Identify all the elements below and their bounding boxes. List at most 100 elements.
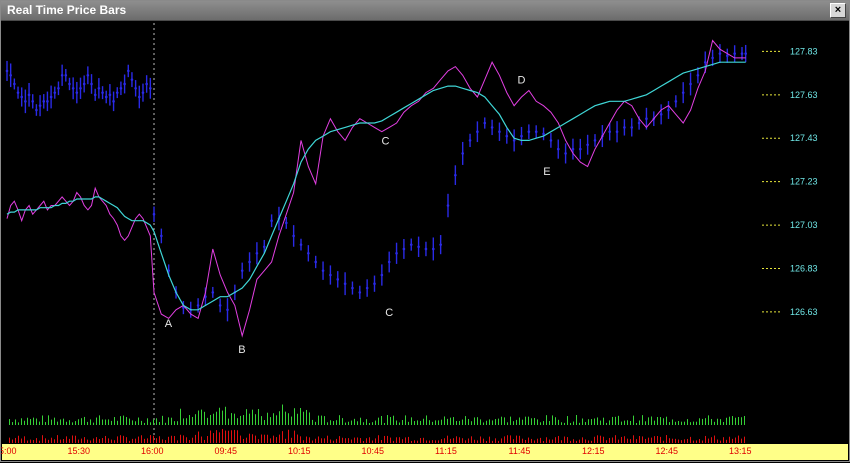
- volume-bar-upper: [405, 415, 406, 425]
- volume-bar-upper: [471, 421, 472, 425]
- volume-bar-upper: [165, 422, 166, 425]
- price-tick-label: 127.63: [790, 90, 818, 100]
- volume-bar-upper: [465, 416, 466, 425]
- volume-bar-lower: [408, 436, 409, 443]
- volume-bar-upper: [723, 422, 724, 425]
- price-point: [123, 82, 126, 86]
- volume-bar-lower: [198, 431, 199, 443]
- price-point: [149, 87, 152, 90]
- volume-bar-upper: [309, 412, 310, 425]
- volume-bar-upper: [237, 418, 238, 425]
- price-point: [138, 95, 141, 99]
- volume-bar-upper: [654, 420, 655, 425]
- volume-bar-lower: [678, 439, 679, 443]
- volume-bar-lower: [36, 438, 37, 443]
- volume-bar-upper: [495, 419, 496, 425]
- volume-bar-lower: [477, 440, 478, 443]
- volume-bar-upper: [576, 415, 577, 425]
- volume-bar-lower: [312, 440, 313, 443]
- volume-bar-lower: [489, 436, 490, 443]
- volume-bar-upper: [564, 422, 565, 425]
- price-point: [86, 73, 90, 77]
- volume-bar-upper: [663, 418, 664, 425]
- volume-bar-lower: [114, 440, 115, 443]
- volume-bar-upper: [609, 420, 610, 425]
- volume-bar-upper: [540, 422, 541, 425]
- volume-bar-upper: [162, 415, 163, 425]
- volume-bar-upper: [639, 420, 640, 425]
- volume-bar-upper: [459, 420, 460, 425]
- volume-bar-upper: [399, 422, 400, 425]
- volume-bar-upper: [390, 416, 391, 425]
- moving-average-line: [6, 61, 746, 311]
- volume-bar-upper: [486, 420, 487, 425]
- volume-bar-lower: [108, 438, 109, 443]
- volume-bar-lower: [219, 432, 220, 443]
- volume-bar-upper: [444, 416, 445, 425]
- volume-bar-upper: [243, 415, 244, 425]
- volume-bar-upper: [189, 415, 190, 425]
- volume-bar-lower: [21, 438, 22, 443]
- volume-bar-lower: [693, 440, 694, 443]
- volume-bar-upper: [603, 417, 604, 425]
- volume-bar-lower: [15, 437, 16, 443]
- volume-bar-lower: [519, 435, 520, 443]
- volume-bar-lower: [51, 437, 52, 443]
- volume-bar-upper: [441, 419, 442, 425]
- volume-bar-upper: [369, 422, 370, 425]
- volume-bar-lower: [321, 438, 322, 443]
- volume-bar-lower: [462, 438, 463, 443]
- price-point: [42, 100, 46, 103]
- volume-bar-upper: [147, 418, 148, 425]
- volume-bar-upper: [447, 418, 448, 425]
- volume-bar-upper: [60, 419, 61, 425]
- volume-bar-upper: [732, 416, 733, 425]
- volume-bar-lower: [237, 430, 238, 443]
- volume-bar-lower: [741, 438, 742, 443]
- price-point: [579, 147, 582, 151]
- volume-bar-lower: [231, 430, 232, 443]
- volume-bar-upper: [222, 410, 223, 425]
- volume-bar-upper: [396, 420, 397, 425]
- volume-bar-lower: [627, 438, 628, 443]
- volume-bar-lower: [588, 440, 589, 443]
- price-point: [248, 260, 251, 264]
- volume-bar-upper: [276, 415, 277, 425]
- price-point: [226, 308, 229, 312]
- volume-bar-lower: [387, 435, 388, 443]
- volume-bar-lower: [315, 438, 316, 443]
- volume-bar-upper: [348, 421, 349, 425]
- volume-bar-upper: [681, 421, 682, 425]
- volume-bar-upper: [351, 420, 352, 425]
- volume-bar-upper: [711, 418, 712, 425]
- volume-bar-lower: [600, 435, 601, 443]
- volume-bar-upper: [591, 419, 592, 425]
- volume-bar-upper: [402, 420, 403, 425]
- volume-bar-lower: [717, 439, 718, 443]
- volume-bar-upper: [246, 409, 247, 425]
- volume-bar-upper: [417, 420, 418, 425]
- volume-bar-lower: [99, 439, 100, 443]
- volume-bar-upper: [477, 417, 478, 425]
- volume-bar-upper: [621, 421, 622, 425]
- volume-bar-upper: [78, 419, 79, 425]
- volume-bar-upper: [195, 414, 196, 425]
- volume-bar-upper: [144, 422, 145, 425]
- price-point: [104, 95, 108, 99]
- volume-bar-upper: [717, 418, 718, 425]
- volume-bar-upper: [384, 422, 385, 425]
- volume-bar-lower: [60, 439, 61, 443]
- volume-bar-lower: [171, 435, 172, 443]
- volume-bar-lower: [465, 440, 466, 443]
- price-point: [307, 252, 310, 255]
- price-chart: 127.83 127.63 127.43 127.23 127.03 126.83 126.…: [1, 23, 818, 456]
- volume-bar-lower: [54, 439, 55, 443]
- volume-bar-upper: [432, 421, 433, 425]
- volume-bar-lower: [357, 437, 358, 443]
- volume-bar-lower: [726, 439, 727, 443]
- volume-bar-upper: [528, 416, 529, 425]
- price-point: [218, 304, 222, 307]
- volume-bar-lower: [576, 440, 577, 443]
- volume-bar-lower: [615, 435, 616, 443]
- price-point: [5, 69, 9, 73]
